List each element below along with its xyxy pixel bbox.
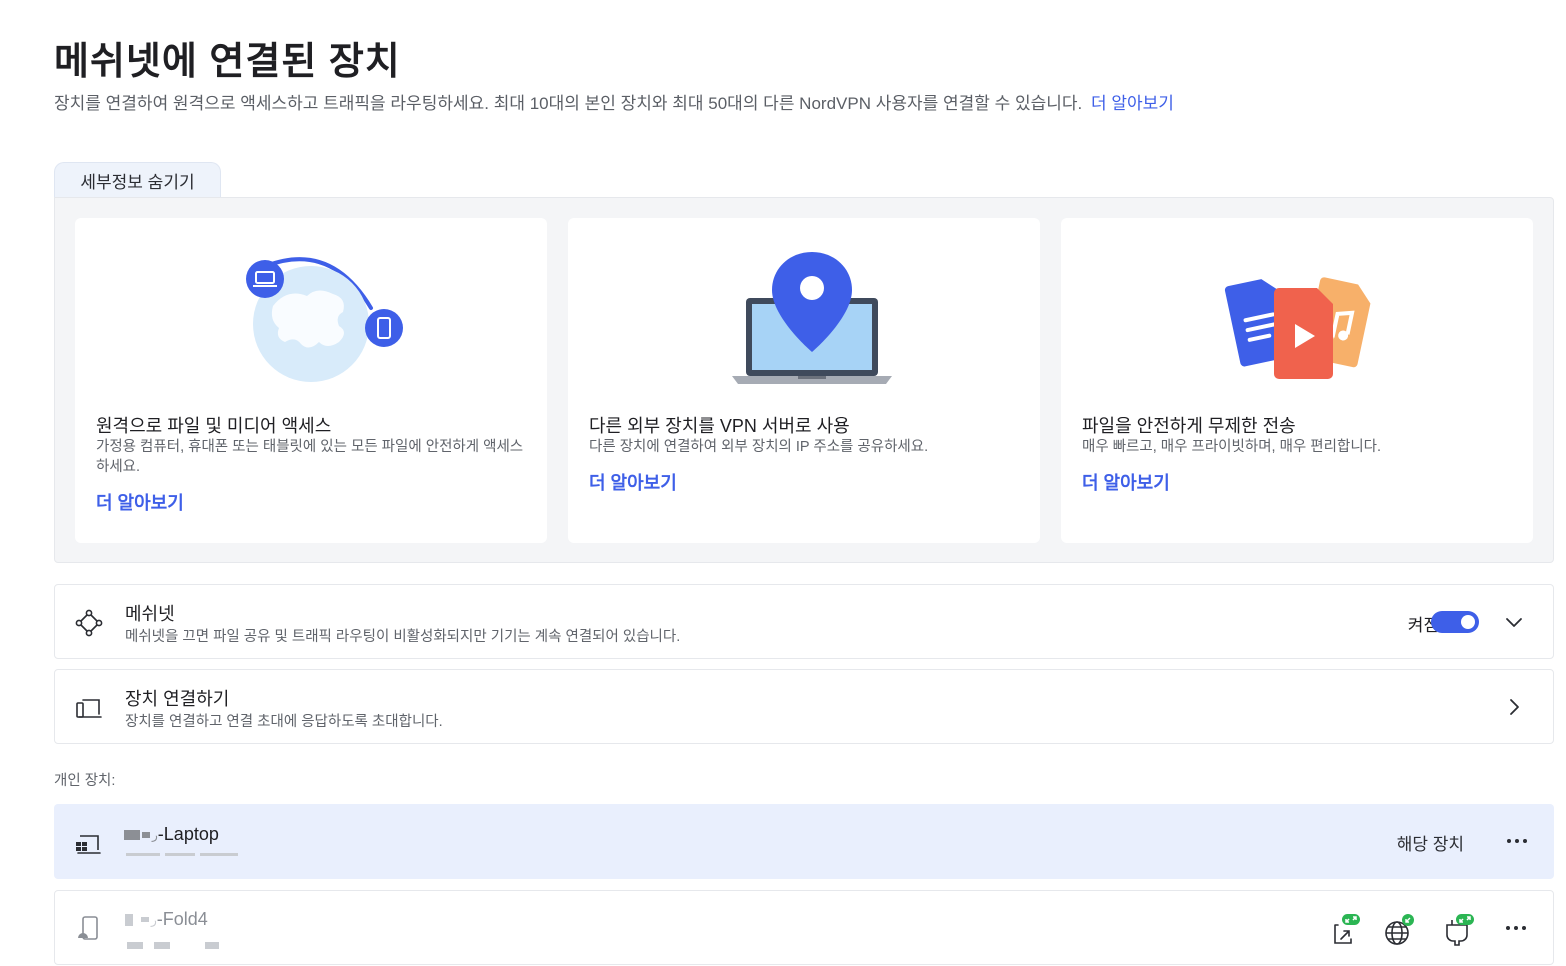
- link-device-title: 장치 연결하기: [125, 689, 230, 709]
- meshnet-subtitle: 메쉬넷을 끄면 파일 공유 및 트래픽 라우팅이 비활성화되지만 기기는 계속 …: [125, 629, 681, 645]
- laptop-pin-illustration: [568, 246, 1040, 396]
- page-title: 메쉬넷에 연결된 장치: [54, 41, 401, 83]
- feature-title: 파일을 안전하게 무제한 전송: [1082, 416, 1296, 436]
- link-devices-icon: [76, 699, 102, 718]
- feature-learn-more-link[interactable]: 더 알아보기: [589, 469, 677, 495]
- link-device-row[interactable]: 장치 연결하기 장치를 연결하고 연결 초대에 응답하도록 초대합니다.: [54, 669, 1554, 744]
- file-sharing-icon[interactable]: [1327, 913, 1361, 947]
- chevron-down-icon[interactable]: [1503, 611, 1525, 633]
- feature-learn-more-link[interactable]: 더 알아보기: [1082, 469, 1170, 495]
- link-device-subtitle: 장치를 연결하고 연결 초대에 응답하도록 초대합니다.: [125, 714, 443, 730]
- meshnet-toggle[interactable]: [1431, 611, 1479, 633]
- feature-description: 가정용 컴퓨터, 휴대폰 또는 태블릿에 있는 모든 파일에 안전하게 액세스하…: [96, 439, 524, 475]
- learn-more-link[interactable]: 더 알아보기: [1091, 94, 1174, 113]
- chevron-right-icon[interactable]: [1503, 696, 1525, 718]
- feature-card-remote-access: 원격으로 파일 및 미디어 액세스 가정용 컴퓨터, 휴대폰 또는 태블릿에 있…: [75, 218, 547, 543]
- device-name-suffix: -Laptop: [157, 824, 219, 844]
- device-name: ر -Fold4: [125, 909, 208, 930]
- mesh-nodes-icon: [75, 609, 103, 637]
- feature-title: 다른 외부 장치를 VPN 서버로 사용: [589, 416, 850, 436]
- android-phone-icon: [78, 916, 98, 940]
- redacted-name: [125, 913, 133, 926]
- redacted-name: [142, 831, 150, 838]
- details-panel: 원격으로 파일 및 미디어 액세스 가정용 컴퓨터, 휴대폰 또는 태블릿에 있…: [54, 197, 1554, 563]
- toggle-knob: [1461, 615, 1475, 629]
- windows-laptop-icon: [76, 835, 101, 854]
- redacted-name: [124, 829, 140, 840]
- device-row-fold4[interactable]: ر -Fold4: [54, 890, 1554, 965]
- feature-card-vpn-server: 다른 외부 장치를 VPN 서버로 사용 다른 장치에 연결하여 외부 장치의 …: [568, 218, 1040, 543]
- redacted-name: [141, 917, 149, 922]
- device-ip-redacted: [126, 853, 240, 856]
- local-network-icon[interactable]: [1441, 913, 1475, 947]
- feature-description: 다른 장치에 연결하여 외부 장치의 IP 주소를 공유하세요.: [589, 439, 929, 455]
- traffic-routing-icon[interactable]: [1382, 913, 1416, 947]
- files-illustration: [1061, 246, 1533, 396]
- meshnet-row[interactable]: 메쉬넷 메쉬넷을 끄면 파일 공유 및 트래픽 라우팅이 비활성화되지만 기기는…: [54, 584, 1554, 659]
- personal-devices-label: 개인 장치:: [54, 773, 116, 789]
- device-name-suffix: -Fold4: [156, 909, 208, 929]
- page-description-text: 장치를 연결하여 원격으로 액세스하고 트래픽을 라우팅하세요. 최대 10대의…: [54, 94, 1083, 113]
- meshnet-title: 메쉬넷: [125, 604, 175, 624]
- feature-learn-more-link[interactable]: 더 알아보기: [96, 489, 184, 515]
- globe-devices-illustration: [75, 246, 547, 396]
- page-description: 장치를 연결하여 원격으로 액세스하고 트래픽을 라우팅하세요. 최대 10대의…: [54, 89, 1174, 114]
- device-name: ر -Laptop: [124, 824, 219, 845]
- device-row-current[interactable]: ر -Laptop 해당 장치: [54, 804, 1554, 879]
- feature-card-file-transfer: 파일을 안전하게 무제한 전송 매우 빠르고, 매우 프라이빗하며, 매우 편리…: [1061, 218, 1533, 543]
- this-device-badge: 해당 장치: [1396, 835, 1464, 854]
- hide-details-tab[interactable]: 세부정보 숨기기: [54, 162, 221, 198]
- feature-description: 매우 빠르고, 매우 프라이빗하며, 매우 편리합니다.: [1082, 439, 1382, 455]
- more-options-button[interactable]: [1501, 915, 1531, 941]
- feature-title: 원격으로 파일 및 미디어 액세스: [96, 416, 332, 436]
- device-ip-redacted: [127, 942, 221, 949]
- more-options-button[interactable]: [1502, 828, 1532, 854]
